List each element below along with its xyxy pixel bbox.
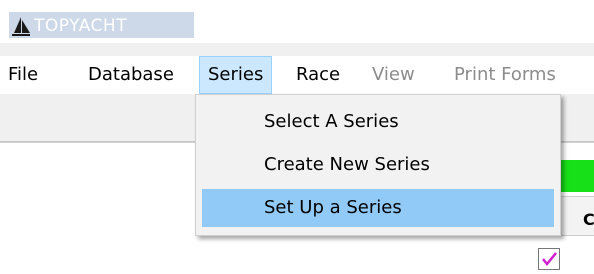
title-bar: TOPYACHT [0, 0, 594, 44]
app-title: TOPYACHT [34, 16, 128, 36]
menu-item-create-new-series[interactable]: Create New Series [202, 146, 554, 184]
menu-print-forms[interactable]: Print Forms [446, 56, 564, 94]
sailboat-icon [10, 16, 32, 36]
menu-view[interactable]: View [364, 56, 423, 94]
menu-race[interactable]: Race [288, 56, 348, 94]
menu-item-set-up-a-series[interactable]: Set Up a Series [202, 189, 554, 227]
menu-item-select-a-series[interactable]: Select A Series [202, 103, 554, 141]
series-dropdown-menu: Select A Series Create New Series Set Up… [195, 94, 561, 236]
checkmark-icon [542, 252, 557, 266]
menu-file[interactable]: File [0, 56, 46, 94]
menu-database[interactable]: Database [80, 56, 182, 94]
menu-series[interactable]: Series [199, 56, 273, 94]
row-checkbox[interactable] [538, 248, 560, 270]
menu-bar: File Database Series Race View Print For… [0, 56, 594, 94]
grid-header-text: C [583, 210, 594, 229]
